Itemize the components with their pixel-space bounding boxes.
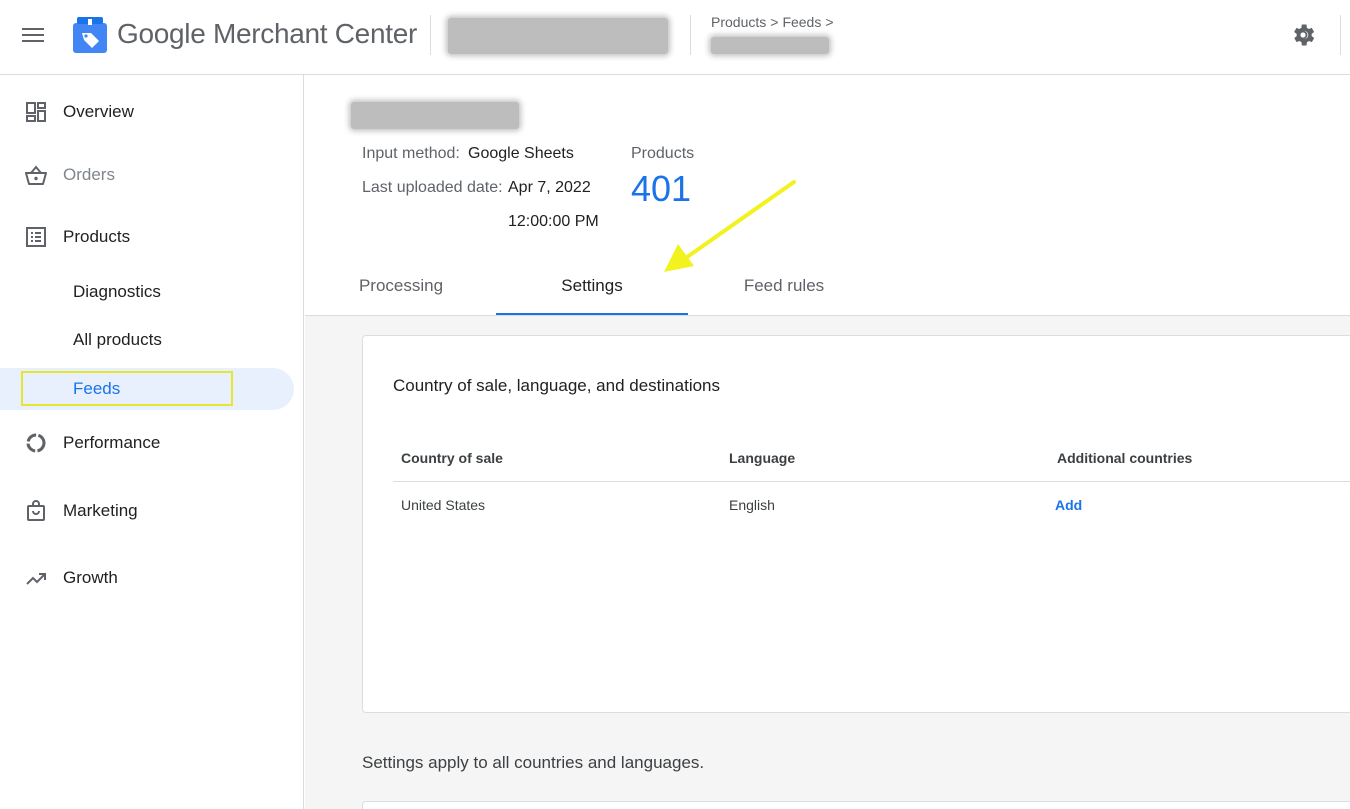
breadcrumb-products[interactable]: Products [711, 14, 766, 30]
sidebar-item-growth[interactable]: Growth [0, 556, 300, 600]
divider [393, 481, 1350, 482]
divider [690, 15, 691, 55]
settings-card [362, 801, 1350, 809]
last-uploaded-label: Last uploaded date: [362, 179, 503, 196]
shopping-bag-icon [27, 500, 45, 521]
main-content: Input method: Google Sheets Last uploade… [305, 75, 1350, 809]
chevron-right-icon: > [825, 14, 834, 30]
column-header-country: Country of sale [401, 450, 503, 466]
input-method-label: Input method: [362, 145, 460, 162]
sidebar-item-label: Performance [63, 433, 161, 452]
sidebar-item-products[interactable]: Products [0, 215, 300, 259]
sidebar-item-orders[interactable]: Orders [0, 153, 300, 197]
divider [430, 15, 431, 55]
sidebar-subitem-all-products[interactable]: All products [0, 319, 294, 361]
basket-icon [25, 165, 47, 185]
feed-summary: Input method: Google Sheets Last uploade… [305, 75, 1350, 316]
column-header-language: Language [729, 450, 796, 466]
sidebar-subitem-diagnostics[interactable]: Diagnostics [0, 271, 294, 313]
add-country-link[interactable]: Add [1055, 497, 1082, 513]
tab-feed-rules[interactable]: Feed rules [688, 265, 880, 315]
sidebar-subitem-feeds[interactable]: Feeds [0, 368, 294, 410]
hamburger-menu-icon[interactable] [22, 24, 46, 48]
sidebar-item-label: Products [63, 227, 131, 246]
card-title: Country of sale, language, and destinati… [393, 376, 721, 395]
tab-settings[interactable]: Settings [496, 265, 688, 315]
column-header-additional-countries: Additional countries [1057, 450, 1193, 466]
cell-country: United States [401, 497, 486, 513]
divider [1340, 15, 1341, 55]
list-icon [26, 227, 46, 247]
cell-language: English [729, 497, 775, 513]
sidebar: Overview Orders Products Diagnostics All… [0, 75, 304, 809]
highlight-box [21, 371, 233, 406]
breadcrumb: Products > Feeds > [711, 14, 838, 30]
tab-processing[interactable]: Processing [305, 265, 497, 315]
trending-up-icon [26, 573, 46, 585]
breadcrumb-feeds[interactable]: Feeds [782, 14, 821, 30]
sidebar-item-label: Marketing [63, 501, 138, 520]
gear-icon[interactable] [1289, 21, 1317, 49]
sidebar-subitem-label: Diagnostics [73, 282, 161, 301]
input-method-value: Google Sheets [468, 145, 574, 162]
products-count[interactable]: 401 [631, 168, 691, 210]
donut-icon [26, 433, 46, 453]
country-language-card: Country of sale, language, and destinati… [362, 335, 1350, 713]
top-bar: Google Merchant Center Products > Feeds > [0, 0, 1350, 75]
feed-name-redacted [711, 37, 829, 54]
app-title: Google Merchant Center [117, 18, 418, 49]
sidebar-item-label: Growth [63, 568, 118, 587]
feed-title-redacted [351, 102, 519, 129]
sidebar-item-performance[interactable]: Performance [0, 421, 300, 465]
merchant-center-logo [73, 17, 107, 53]
dashboard-icon [26, 102, 46, 122]
account-name-redacted[interactable] [448, 18, 668, 54]
settings-note: Settings apply to all countries and lang… [362, 753, 705, 772]
sidebar-item-overview[interactable]: Overview [0, 90, 300, 134]
products-label: Products [631, 145, 695, 162]
sidebar-subitem-label: All products [73, 330, 162, 349]
sidebar-item-label: Overview [63, 102, 134, 121]
chevron-right-icon: > [770, 14, 779, 30]
sidebar-item-label: Orders [63, 165, 115, 184]
last-uploaded-time: 12:00:00 PM [508, 213, 599, 230]
sidebar-subitem-label: Feeds [73, 379, 121, 398]
last-uploaded-date: Apr 7, 2022 [508, 179, 591, 196]
sidebar-item-marketing[interactable]: Marketing [0, 489, 300, 533]
